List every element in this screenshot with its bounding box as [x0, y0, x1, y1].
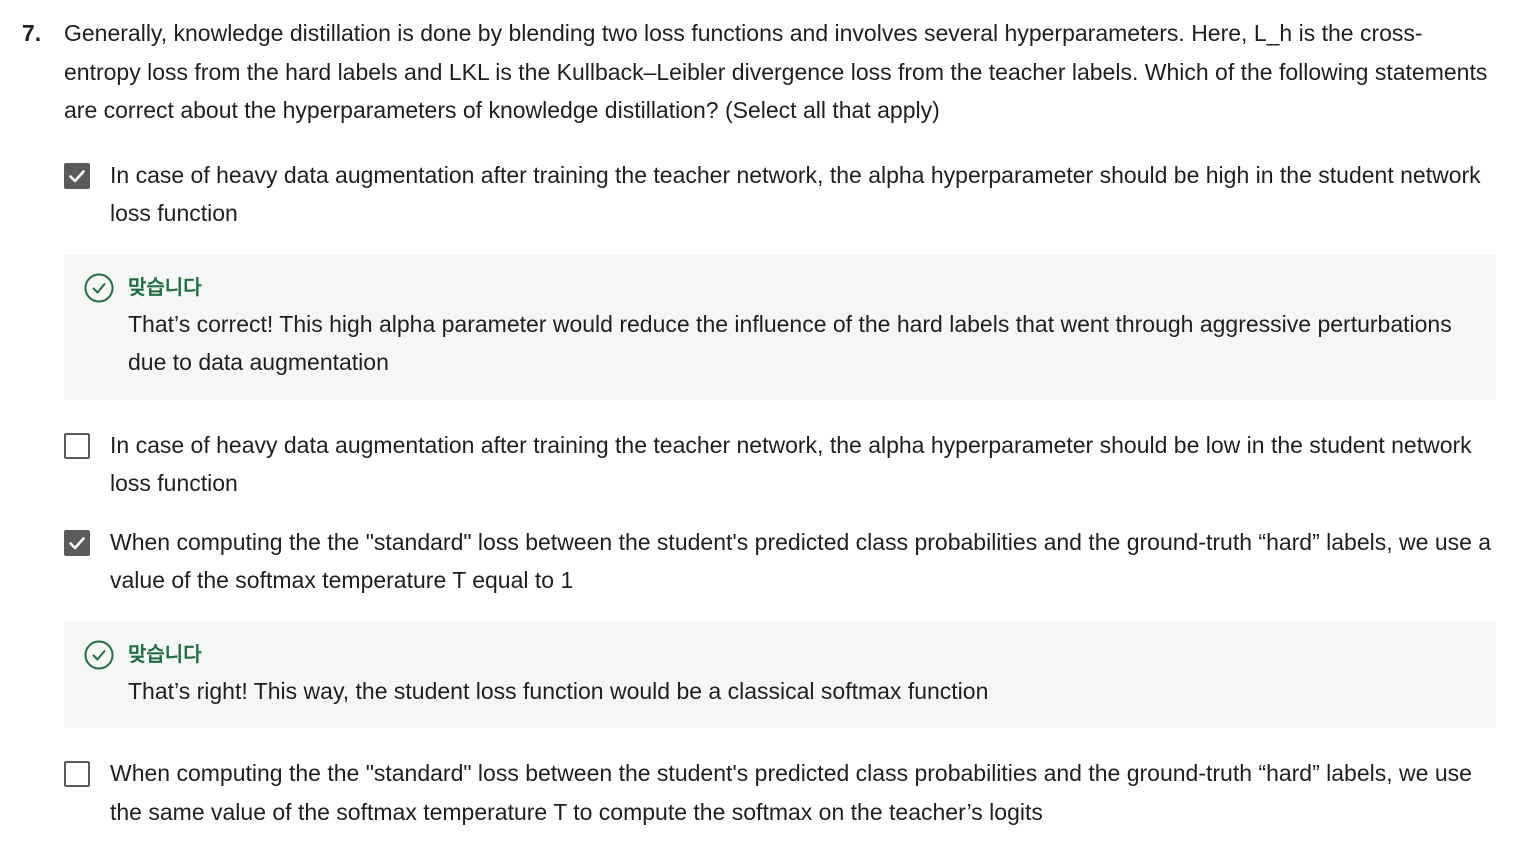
question-header: 7. Generally, knowledge distillation is …: [22, 14, 1502, 130]
option-1-feedback-body: 맞습니다 That’s correct! This high alpha par…: [128, 271, 1458, 382]
option-3[interactable]: When computing the the "standard" loss b…: [64, 523, 1496, 600]
option-2-checkbox[interactable]: [64, 432, 90, 459]
question-block: 7. Generally, knowledge distillation is …: [22, 14, 1502, 831]
option-1-feedback: 맞습니다 That’s correct! This high alpha par…: [64, 254, 1496, 400]
question-text: Generally, knowledge distillation is don…: [64, 20, 1488, 123]
option-3-feedback-body: 맞습니다 That’s right! This way, the student…: [128, 638, 1458, 711]
answer-options: In case of heavy data augmentation after…: [64, 156, 1496, 832]
check-circle-icon: [84, 273, 114, 302]
feedback-text: That’s right! This way, the student loss…: [128, 677, 989, 704]
option-4-text: When computing the the "standard" loss b…: [110, 760, 1472, 825]
feedback-text: That’s correct! This high alpha paramete…: [128, 310, 1452, 376]
question-number: 7.: [22, 20, 42, 46]
check-circle-icon: [84, 640, 114, 669]
check-icon: [69, 169, 85, 182]
option-4[interactable]: When computing the the "standard" loss b…: [64, 754, 1496, 831]
option-4-checkbox[interactable]: [64, 761, 90, 787]
option-1-text: In case of heavy data augmentation after…: [110, 161, 1481, 227]
option-2[interactable]: In case of heavy data augmentation after…: [64, 426, 1496, 503]
feedback-status: 맞습니다: [128, 643, 202, 666]
option-3-feedback: 맞습니다 That’s right! This way, the student…: [64, 621, 1496, 728]
feedback-status: 맞습니다: [128, 276, 202, 299]
option-1[interactable]: In case of heavy data augmentation after…: [64, 156, 1496, 233]
option-3-checkbox[interactable]: [64, 529, 90, 556]
option-2-text: In case of heavy data augmentation after…: [110, 431, 1472, 497]
check-icon: [69, 536, 85, 549]
option-1-checkbox[interactable]: [64, 162, 90, 189]
option-3-text: When computing the the "standard" loss b…: [110, 528, 1492, 594]
